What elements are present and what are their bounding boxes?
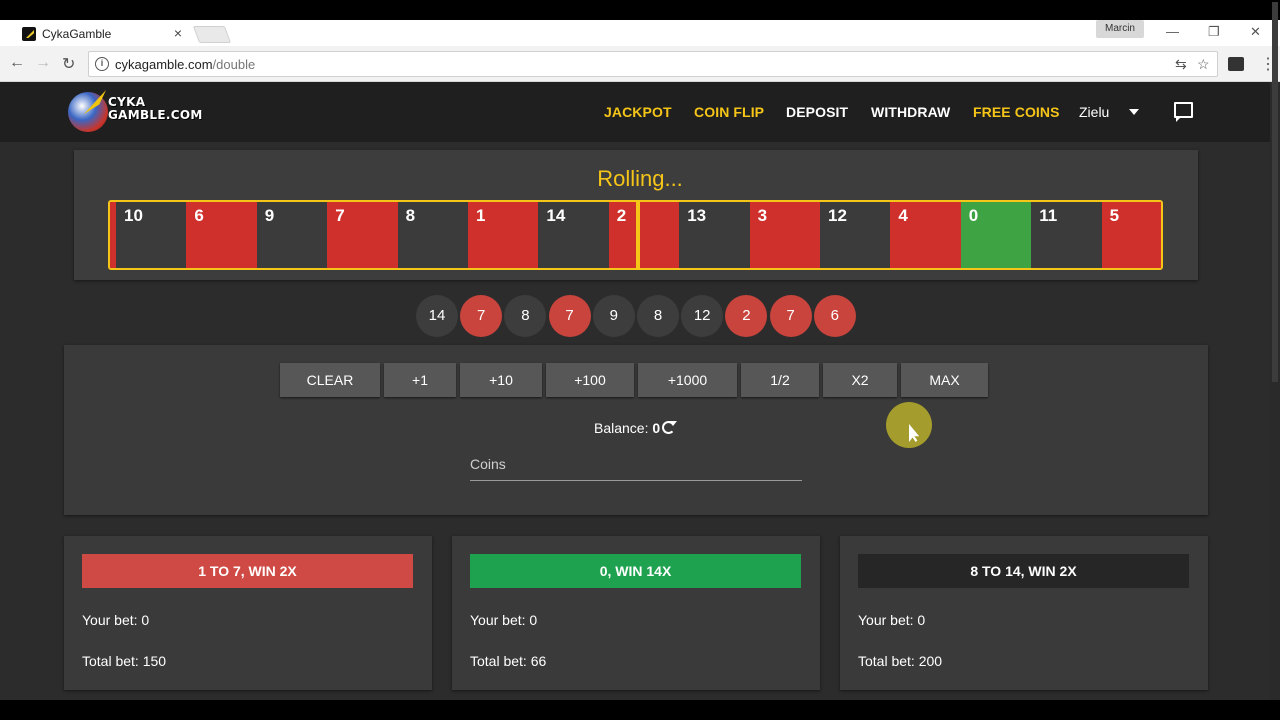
roll-status: Rolling...	[597, 166, 683, 191]
bet-card-red: 1 TO 7, WIN 2X Your bet: 0 Total bet: 15…	[64, 536, 432, 690]
site-header: CYKA GAMBLE.COM JACKPOT COIN FLIP DEPOSIT…	[0, 82, 1280, 142]
double-button[interactable]: X2	[823, 363, 897, 397]
reload-icon[interactable]: ↻	[62, 54, 75, 74]
history-ball: 9	[592, 295, 635, 337]
profile-button[interactable]: Marcin	[1096, 20, 1144, 38]
clear-button[interactable]: CLEAR	[280, 363, 380, 397]
roll-tile: 4	[890, 202, 961, 268]
history-ball: 12	[681, 295, 724, 337]
history-ball: 2	[725, 295, 768, 337]
plus-1000-button[interactable]: +1000	[638, 363, 737, 397]
scrollbar-thumb[interactable]	[1272, 2, 1278, 382]
roll-tile: 6	[186, 202, 257, 268]
translate-icon[interactable]: ⇆	[1175, 56, 1187, 73]
your-bet-green: Your bet: 0	[470, 612, 538, 628]
nav-withdraw[interactable]: WITHDRAW	[871, 104, 950, 120]
roll-tile: 14	[538, 202, 609, 268]
history-ball: 7	[769, 295, 812, 337]
history-ball: 6	[813, 295, 856, 337]
user-menu[interactable]: Zielu	[1079, 104, 1109, 120]
bet-card-black: 8 TO 14, WIN 2X Your bet: 0 Total bet: 2…	[840, 536, 1208, 690]
roll-tile: 9	[256, 202, 328, 268]
history-ball: 8	[637, 295, 679, 337]
total-bet-red: Total bet: 150	[82, 653, 167, 669]
nav-free-coins[interactable]: FREE COINS	[973, 104, 1060, 120]
browser-tab[interactable]: CykaGamble ×	[8, 21, 190, 47]
bet-card-green: 0, WIN 14X Your bet: 0 Total bet: 66	[452, 536, 820, 690]
roll-tile: 2	[608, 202, 680, 268]
roll-tile: 10	[116, 202, 187, 268]
roll-tile: 5	[1101, 202, 1161, 268]
nav-deposit[interactable]: DEPOSIT	[786, 104, 848, 120]
site-info-icon[interactable]: i	[95, 57, 109, 71]
bottom-bar	[0, 700, 1280, 720]
balance-display: Balance: 0	[594, 420, 660, 436]
total-bet-black: Total bet: 200	[858, 653, 943, 669]
chevron-down-icon[interactable]	[1129, 109, 1139, 115]
roll-tile: 3	[749, 202, 820, 268]
roll-tile: 8	[397, 202, 468, 268]
roll-tile-partial	[110, 202, 116, 268]
half-button[interactable]: 1/2	[741, 363, 819, 397]
url-text: cykagamble.com/double	[115, 57, 255, 72]
history-ball: 14	[416, 295, 458, 337]
roll-marker	[636, 200, 640, 270]
new-tab-button[interactable]	[192, 26, 232, 43]
bet-red-button[interactable]: 1 TO 7, WIN 2X	[82, 554, 413, 588]
plus-1-button[interactable]: +1	[384, 363, 456, 397]
logo-text: CYKA GAMBLE.COM	[108, 96, 203, 122]
balance-label: Balance:	[594, 420, 649, 436]
logo-line2: GAMBLE.COM	[108, 108, 203, 122]
plus-10-button[interactable]: +10	[460, 363, 542, 397]
bet-green-button[interactable]: 0, WIN 14X	[470, 554, 801, 588]
roll-tile: 13	[679, 202, 750, 268]
bookmark-star-icon[interactable]: ☆	[1197, 56, 1210, 73]
address-bar[interactable]: i cykagamble.com/double ⇆ ☆	[88, 51, 1218, 77]
roll-tile: 11	[1031, 202, 1102, 268]
nav-jackpot[interactable]: JACKPOT	[604, 104, 672, 120]
extension-icon[interactable]	[1228, 57, 1244, 71]
browser-tabstrip	[0, 20, 1280, 46]
your-bet-black: Your bet: 0	[858, 612, 926, 628]
nav-coin-flip[interactable]: COIN FLIP	[694, 104, 764, 120]
tab-close-icon[interactable]: ×	[174, 25, 182, 41]
history-ball: 7	[548, 295, 591, 337]
chat-icon[interactable]	[1174, 102, 1193, 122]
bet-black-button[interactable]: 8 TO 14, WIN 2X	[858, 554, 1189, 588]
your-bet-red: Your bet: 0	[82, 612, 150, 628]
forward-icon[interactable]: →	[35, 54, 51, 72]
roll-tile: 1	[468, 202, 539, 268]
roll-tile: 0	[960, 202, 1032, 268]
history-ball: 7	[460, 295, 503, 337]
refresh-icon[interactable]	[662, 421, 677, 434]
url-path: /double	[212, 57, 256, 72]
site-logo[interactable]: CYKA GAMBLE.COM	[66, 90, 206, 136]
coins-input[interactable]	[470, 447, 802, 481]
roll-history: 14 7 8 7 9 8 12 2 7 6	[0, 295, 1280, 337]
plus-100-button[interactable]: +100	[546, 363, 634, 397]
window-close-icon[interactable]: ✕	[1250, 24, 1261, 40]
back-icon[interactable]: ←	[9, 54, 25, 72]
favicon-icon	[22, 27, 36, 41]
balance-value: 0	[652, 420, 661, 436]
max-button[interactable]: MAX	[901, 363, 988, 397]
roll-tile: 7	[327, 202, 398, 268]
roll-tile: 12	[820, 202, 891, 268]
logo-line1: CYKA	[108, 95, 146, 109]
url-host: cykagamble.com	[115, 57, 213, 72]
restore-icon[interactable]: ❐	[1208, 24, 1220, 40]
history-ball: 8	[504, 295, 547, 337]
browser-toolbar: ← → ↻ i cykagamble.com/double ⇆ ☆ ⋮	[0, 46, 1280, 82]
total-bet-green: Total bet: 66	[470, 653, 547, 669]
tab-title: CykaGamble	[42, 27, 112, 41]
minimize-icon[interactable]: —	[1166, 24, 1179, 39]
